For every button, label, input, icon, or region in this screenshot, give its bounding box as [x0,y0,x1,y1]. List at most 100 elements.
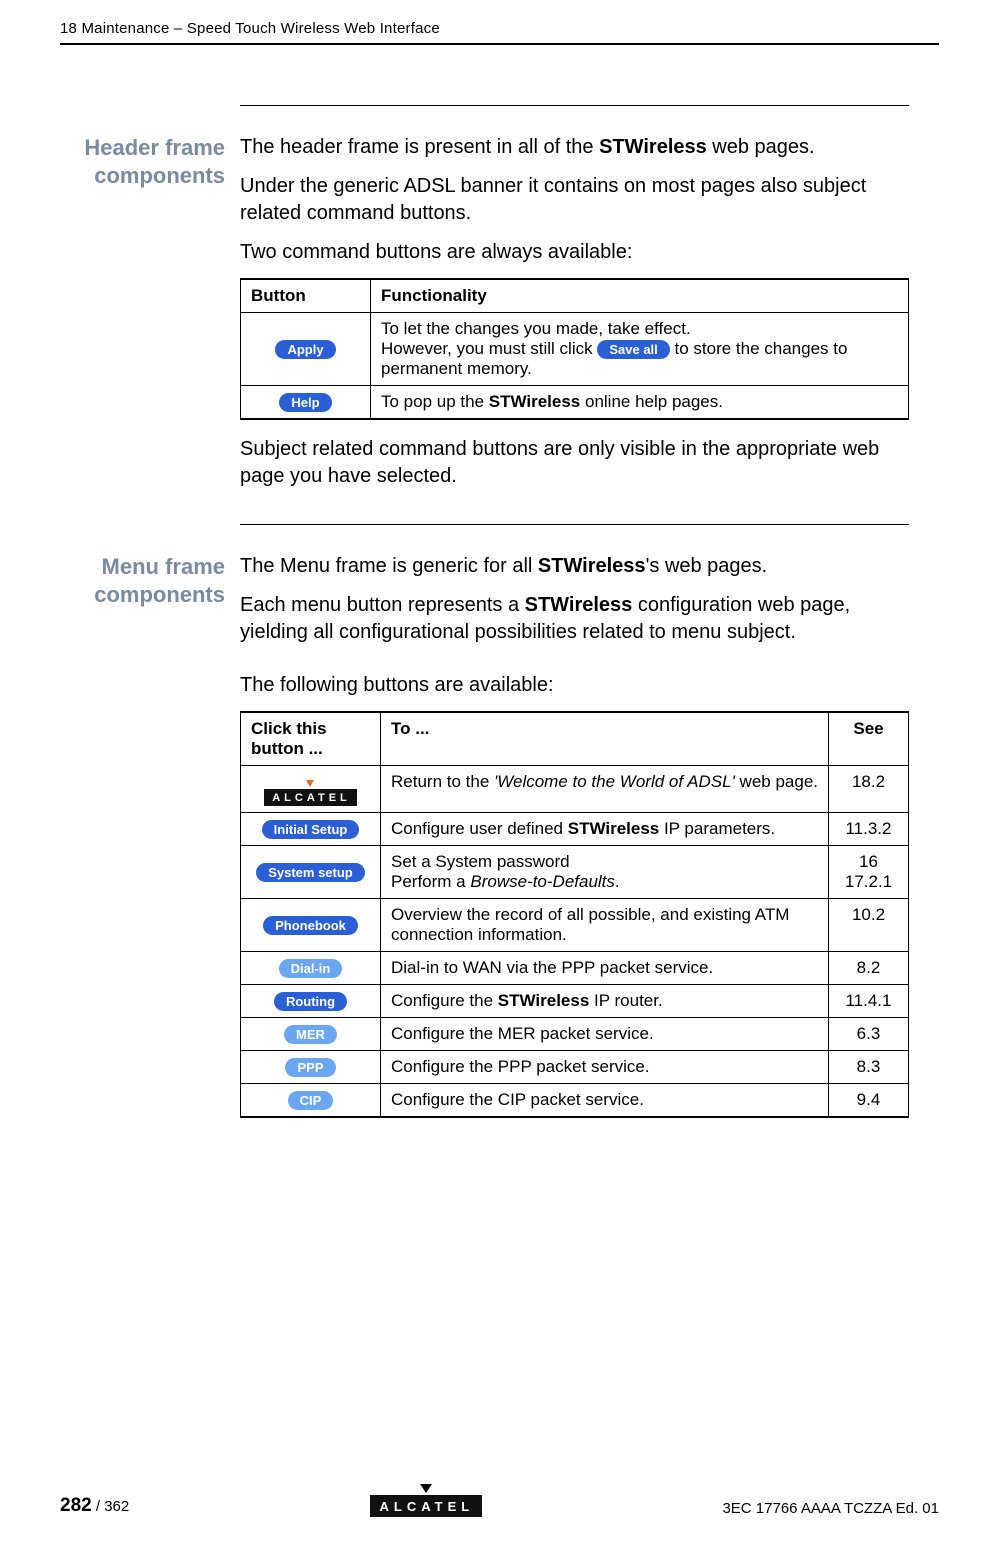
menu-buttons-table: Click this button ... To ... See ALCATEL… [240,711,909,1118]
cell-see: 9.4 [829,1084,909,1118]
ppp-button-icon: PPP [285,1058,335,1077]
cell-button: CIP [241,1084,381,1118]
bold: STWireless [489,392,581,411]
cell-to: Configure the STWireless IP router. [381,985,829,1018]
th-see: See [829,712,909,766]
text: The header frame is present in all of th… [240,136,599,158]
para: The Menu frame is generic for all STWire… [240,553,909,580]
alcatel-logo-icon: ALCATEL [370,1495,483,1517]
doc-id: 3EC 17766 AAAA TCZZA Ed. 01 [722,1500,939,1517]
cell-button: Phonebook [241,899,381,952]
cell-see: 18.2 [829,766,909,813]
text: Each menu button represents a [240,594,525,616]
text: However, you must still click Save all t… [381,339,898,379]
initial-setup-button-icon: Initial Setup [262,820,360,839]
table-row: System setup Set a System passwordPerform… [241,846,909,899]
mer-button-icon: MER [284,1025,337,1044]
cell-see: 8.3 [829,1051,909,1084]
table-row: MER Configure the MER packet service.6.3 [241,1018,909,1051]
para: Two command buttons are always available… [240,239,909,266]
side-heading-header-frame: Header frame components [60,134,225,189]
text: Set a System password [391,852,818,872]
side-heading-menu-frame: Menu frame components [60,553,225,608]
section-header-frame: Header frame components The header frame… [240,105,909,490]
alcatel-menu-button-icon: ALCATEL [264,780,357,806]
cip-button-icon: CIP [288,1091,334,1110]
text: To let the changes you made, take effect… [381,319,898,339]
cell-to: Configure the MER packet service. [381,1018,829,1051]
running-header: 18 Maintenance – Speed Touch Wireless We… [60,20,939,45]
content-area: Header frame components The header frame… [240,105,909,1118]
bold: STWireless [599,136,707,158]
text: Perform a Browse-to-Defaults. [391,872,818,892]
th-functionality: Functionality [371,279,909,313]
cell-button: Apply [241,313,371,386]
cell-see: 10.2 [829,899,909,952]
cell-button: Help [241,386,371,420]
cell-button: PPP [241,1051,381,1084]
bold: STWireless [538,555,646,577]
text: The Menu frame is generic for all [240,555,538,577]
para: Subject related command buttons are only… [240,436,909,490]
page-sep: / [92,1498,105,1515]
triangle-down-icon [306,780,314,787]
cell-see: 11.3.2 [829,813,909,846]
save-all-button-icon: Save all [597,340,669,359]
cell-button: Dial-in [241,952,381,985]
para: Each menu button represents a STWireless… [240,592,909,646]
cell-see: 11.4.1 [829,985,909,1018]
cell-to: Set a System passwordPerform a Browse-to… [381,846,829,899]
cell-see: 1617.2.1 [829,846,909,899]
cell-see: 8.2 [829,952,909,985]
text: 17.2.1 [839,872,898,892]
table-row: PPP Configure the PPP packet service.8.3 [241,1051,909,1084]
bold: STWireless [525,594,633,616]
page-footer: 282 / 362 ALCATEL 3EC 17766 AAAA TCZZA E… [60,1484,939,1517]
para: The following buttons are available: [240,672,909,699]
page-current: 282 [60,1495,92,1516]
dial-in-button-icon: Dial-in [279,959,343,978]
alcatel-logo-icon: ALCATEL [264,789,357,806]
cell-to: Dial-in to WAN via the PPP packet servic… [381,952,829,985]
table-row: Routing Configure the STWireless IP route… [241,985,909,1018]
th-click-this: Click this button ... [241,712,381,766]
table-row: ALCATEL Return to the 'Welcome to the Wor… [241,766,909,813]
cell-button: System setup [241,846,381,899]
cell-to: Configure the PPP packet service. [381,1051,829,1084]
cell-button: ALCATEL [241,766,381,813]
cell-button: Routing [241,985,381,1018]
routing-button-icon: Routing [274,992,347,1011]
cell-see: 6.3 [829,1018,909,1051]
phonebook-button-icon: Phonebook [263,916,358,935]
cell-to: Configure user defined STWireless IP par… [381,813,829,846]
text: 's web pages. [646,555,768,577]
header-buttons-table: Button Functionality Apply To let the ch… [240,278,909,420]
triangle-down-icon [420,1484,432,1493]
table-row: Dial-in Dial-in to WAN via the PPP packet… [241,952,909,985]
cell-to: Overview the record of all possible, and… [381,899,829,952]
apply-button-icon: Apply [275,340,335,359]
para: The header frame is present in all of th… [240,134,909,161]
cell-to: Configure the CIP packet service. [381,1084,829,1118]
table-row: CIP Configure the CIP packet service.9.4 [241,1084,909,1118]
footer-logo: ALCATEL [370,1484,483,1517]
page-total: 362 [104,1498,129,1515]
text: To pop up the [381,392,489,411]
system-setup-button-icon: System setup [256,863,365,882]
cell-button: Initial Setup [241,813,381,846]
cell-to: Return to the 'Welcome to the World of A… [381,766,829,813]
cell-functionality: To pop up the STWireless online help pag… [371,386,909,420]
section-menu-frame: Menu frame components The Menu frame is … [240,524,909,1118]
th-button: Button [241,279,371,313]
page: 18 Maintenance – Speed Touch Wireless We… [0,0,999,1543]
para: Under the generic ADSL banner it contain… [240,173,909,227]
th-to: To ... [381,712,829,766]
help-button-icon: Help [279,393,331,412]
cell-functionality: To let the changes you made, take effect… [371,313,909,386]
text: However, you must still click [381,339,597,358]
page-number: 282 / 362 [60,1495,129,1517]
table-row: Phonebook Overview the record of all poss… [241,899,909,952]
table-row: Initial Setup Configure user defined STWi… [241,813,909,846]
text: 16 [839,852,898,872]
cell-button: MER [241,1018,381,1051]
